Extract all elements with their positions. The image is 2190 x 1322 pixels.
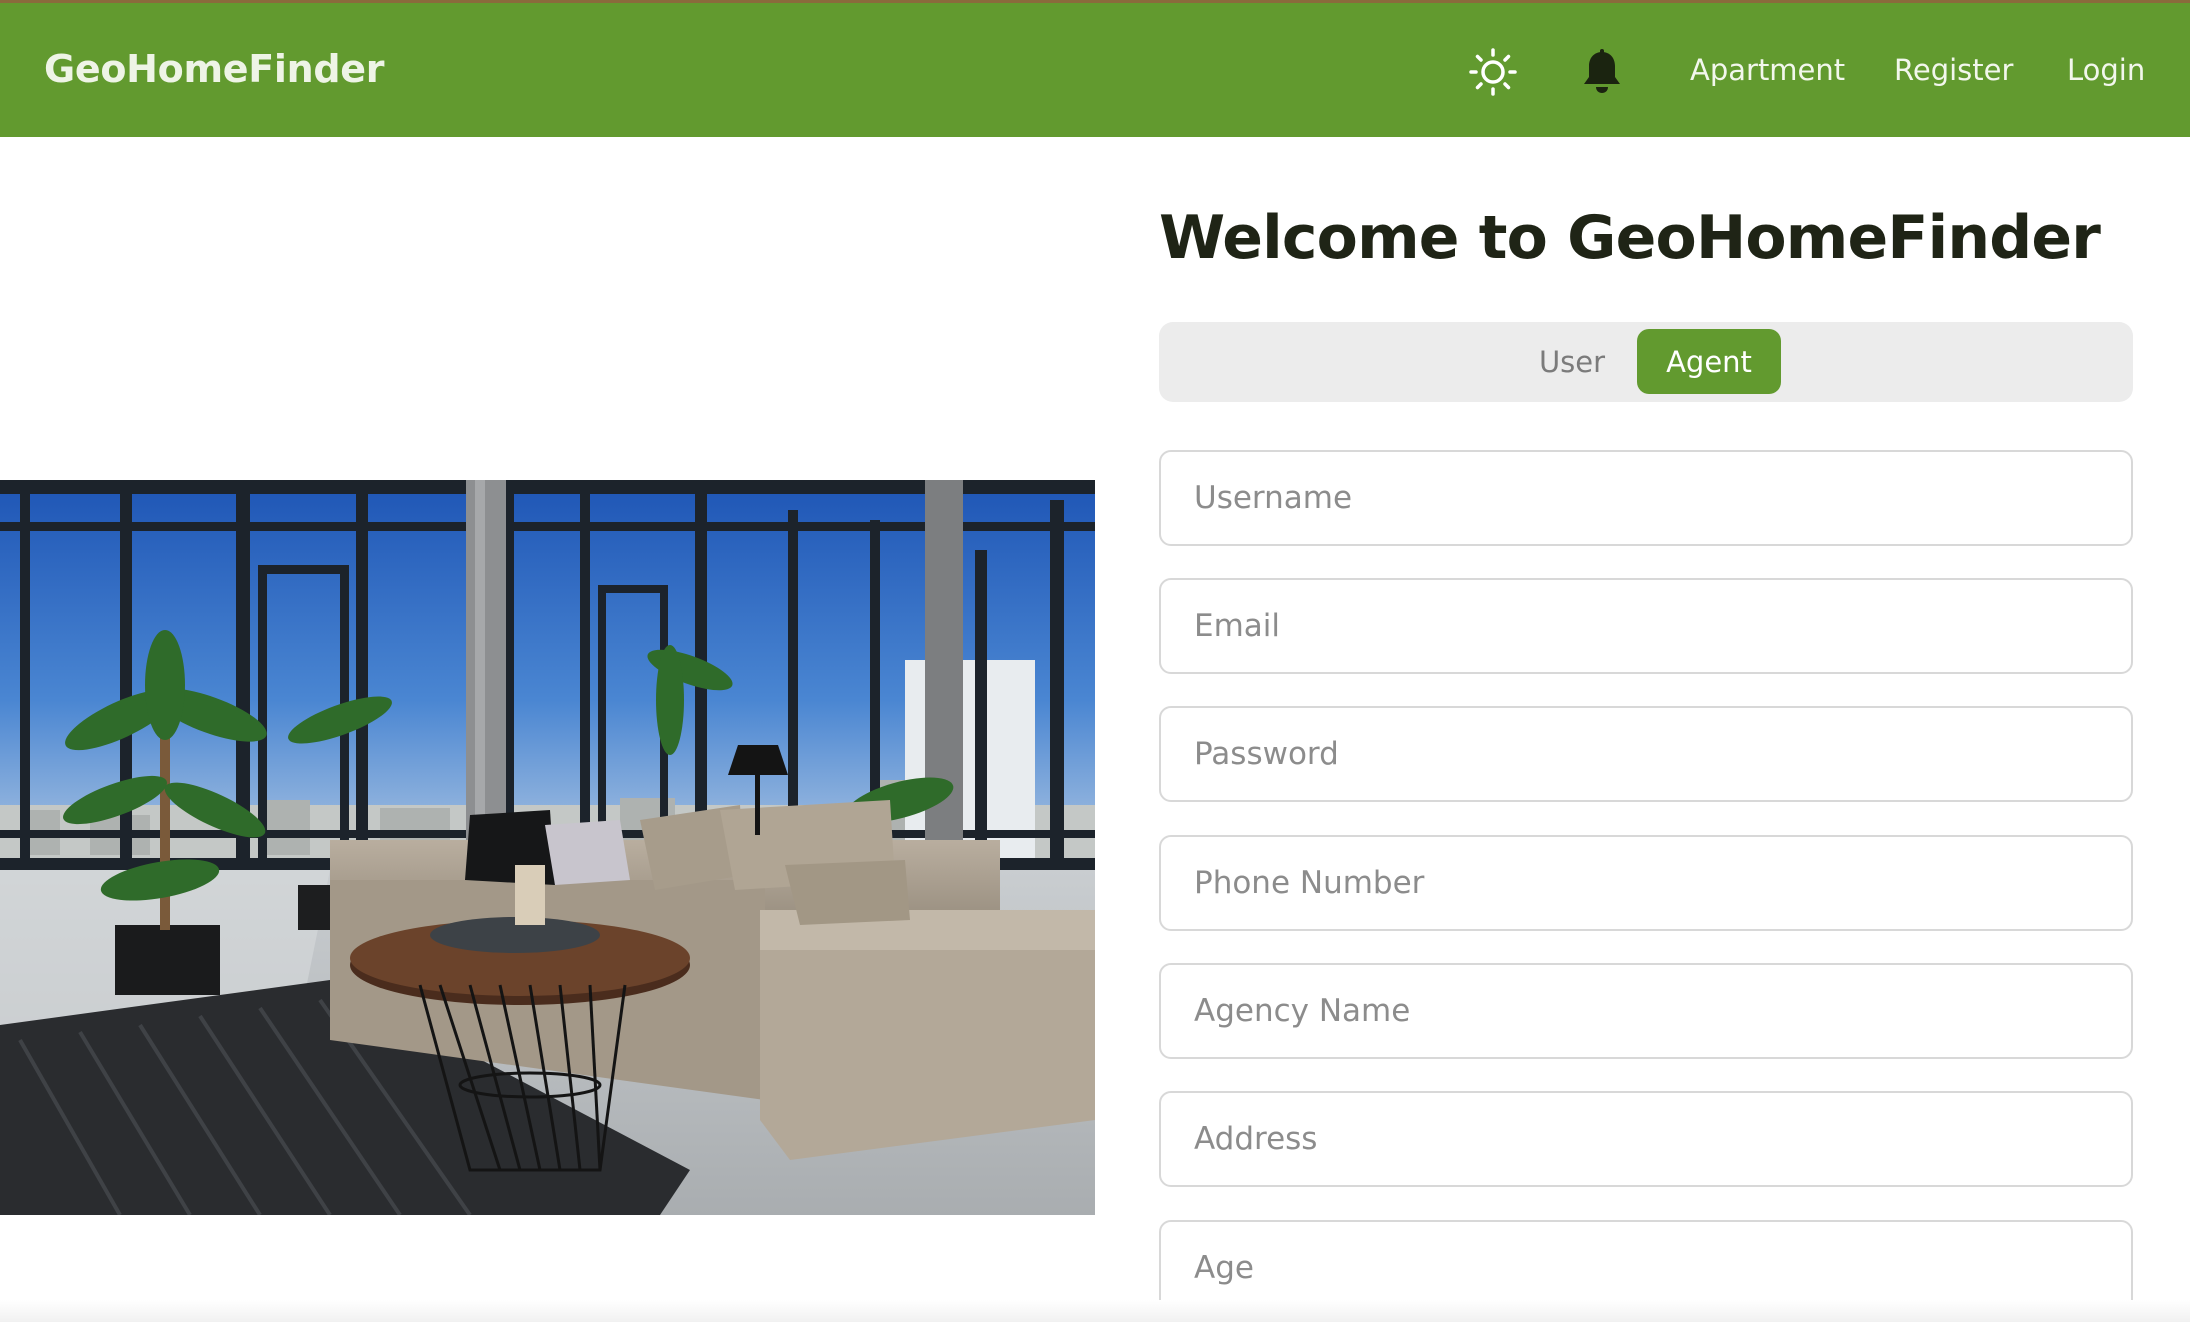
bell-icon-graphic — [1584, 49, 1620, 93]
sun-icon[interactable] — [1466, 45, 1520, 99]
bell-icon[interactable] — [1575, 45, 1629, 99]
role-toggle: User Agent — [1159, 322, 2133, 402]
sun-icon-graphic — [1469, 48, 1517, 96]
bottom-edge-shadow — [0, 1300, 2190, 1322]
address-field[interactable] — [1159, 1091, 2133, 1187]
nav-link-register[interactable]: Register — [1894, 53, 2013, 87]
email-field[interactable] — [1159, 578, 2133, 674]
hero-image-living-room — [0, 480, 1095, 1215]
role-option-user[interactable]: User — [1512, 322, 1632, 402]
phone-number-field[interactable] — [1159, 835, 2133, 931]
role-option-agent[interactable]: Agent — [1637, 329, 1781, 394]
top-navbar: GeoHomeFinder Apartment Register Login — [0, 0, 2190, 137]
brand-logo-text[interactable]: GeoHomeFinder — [44, 47, 385, 91]
nav-link-login[interactable]: Login — [2067, 53, 2145, 87]
username-field[interactable] — [1159, 450, 2133, 546]
nav-link-apartment[interactable]: Apartment — [1690, 53, 1845, 87]
agency-name-field[interactable] — [1159, 963, 2133, 1059]
living-room-illustration — [0, 480, 1095, 1215]
page-title: Welcome to GeoHomeFinder — [1159, 203, 2101, 273]
password-field[interactable] — [1159, 706, 2133, 802]
